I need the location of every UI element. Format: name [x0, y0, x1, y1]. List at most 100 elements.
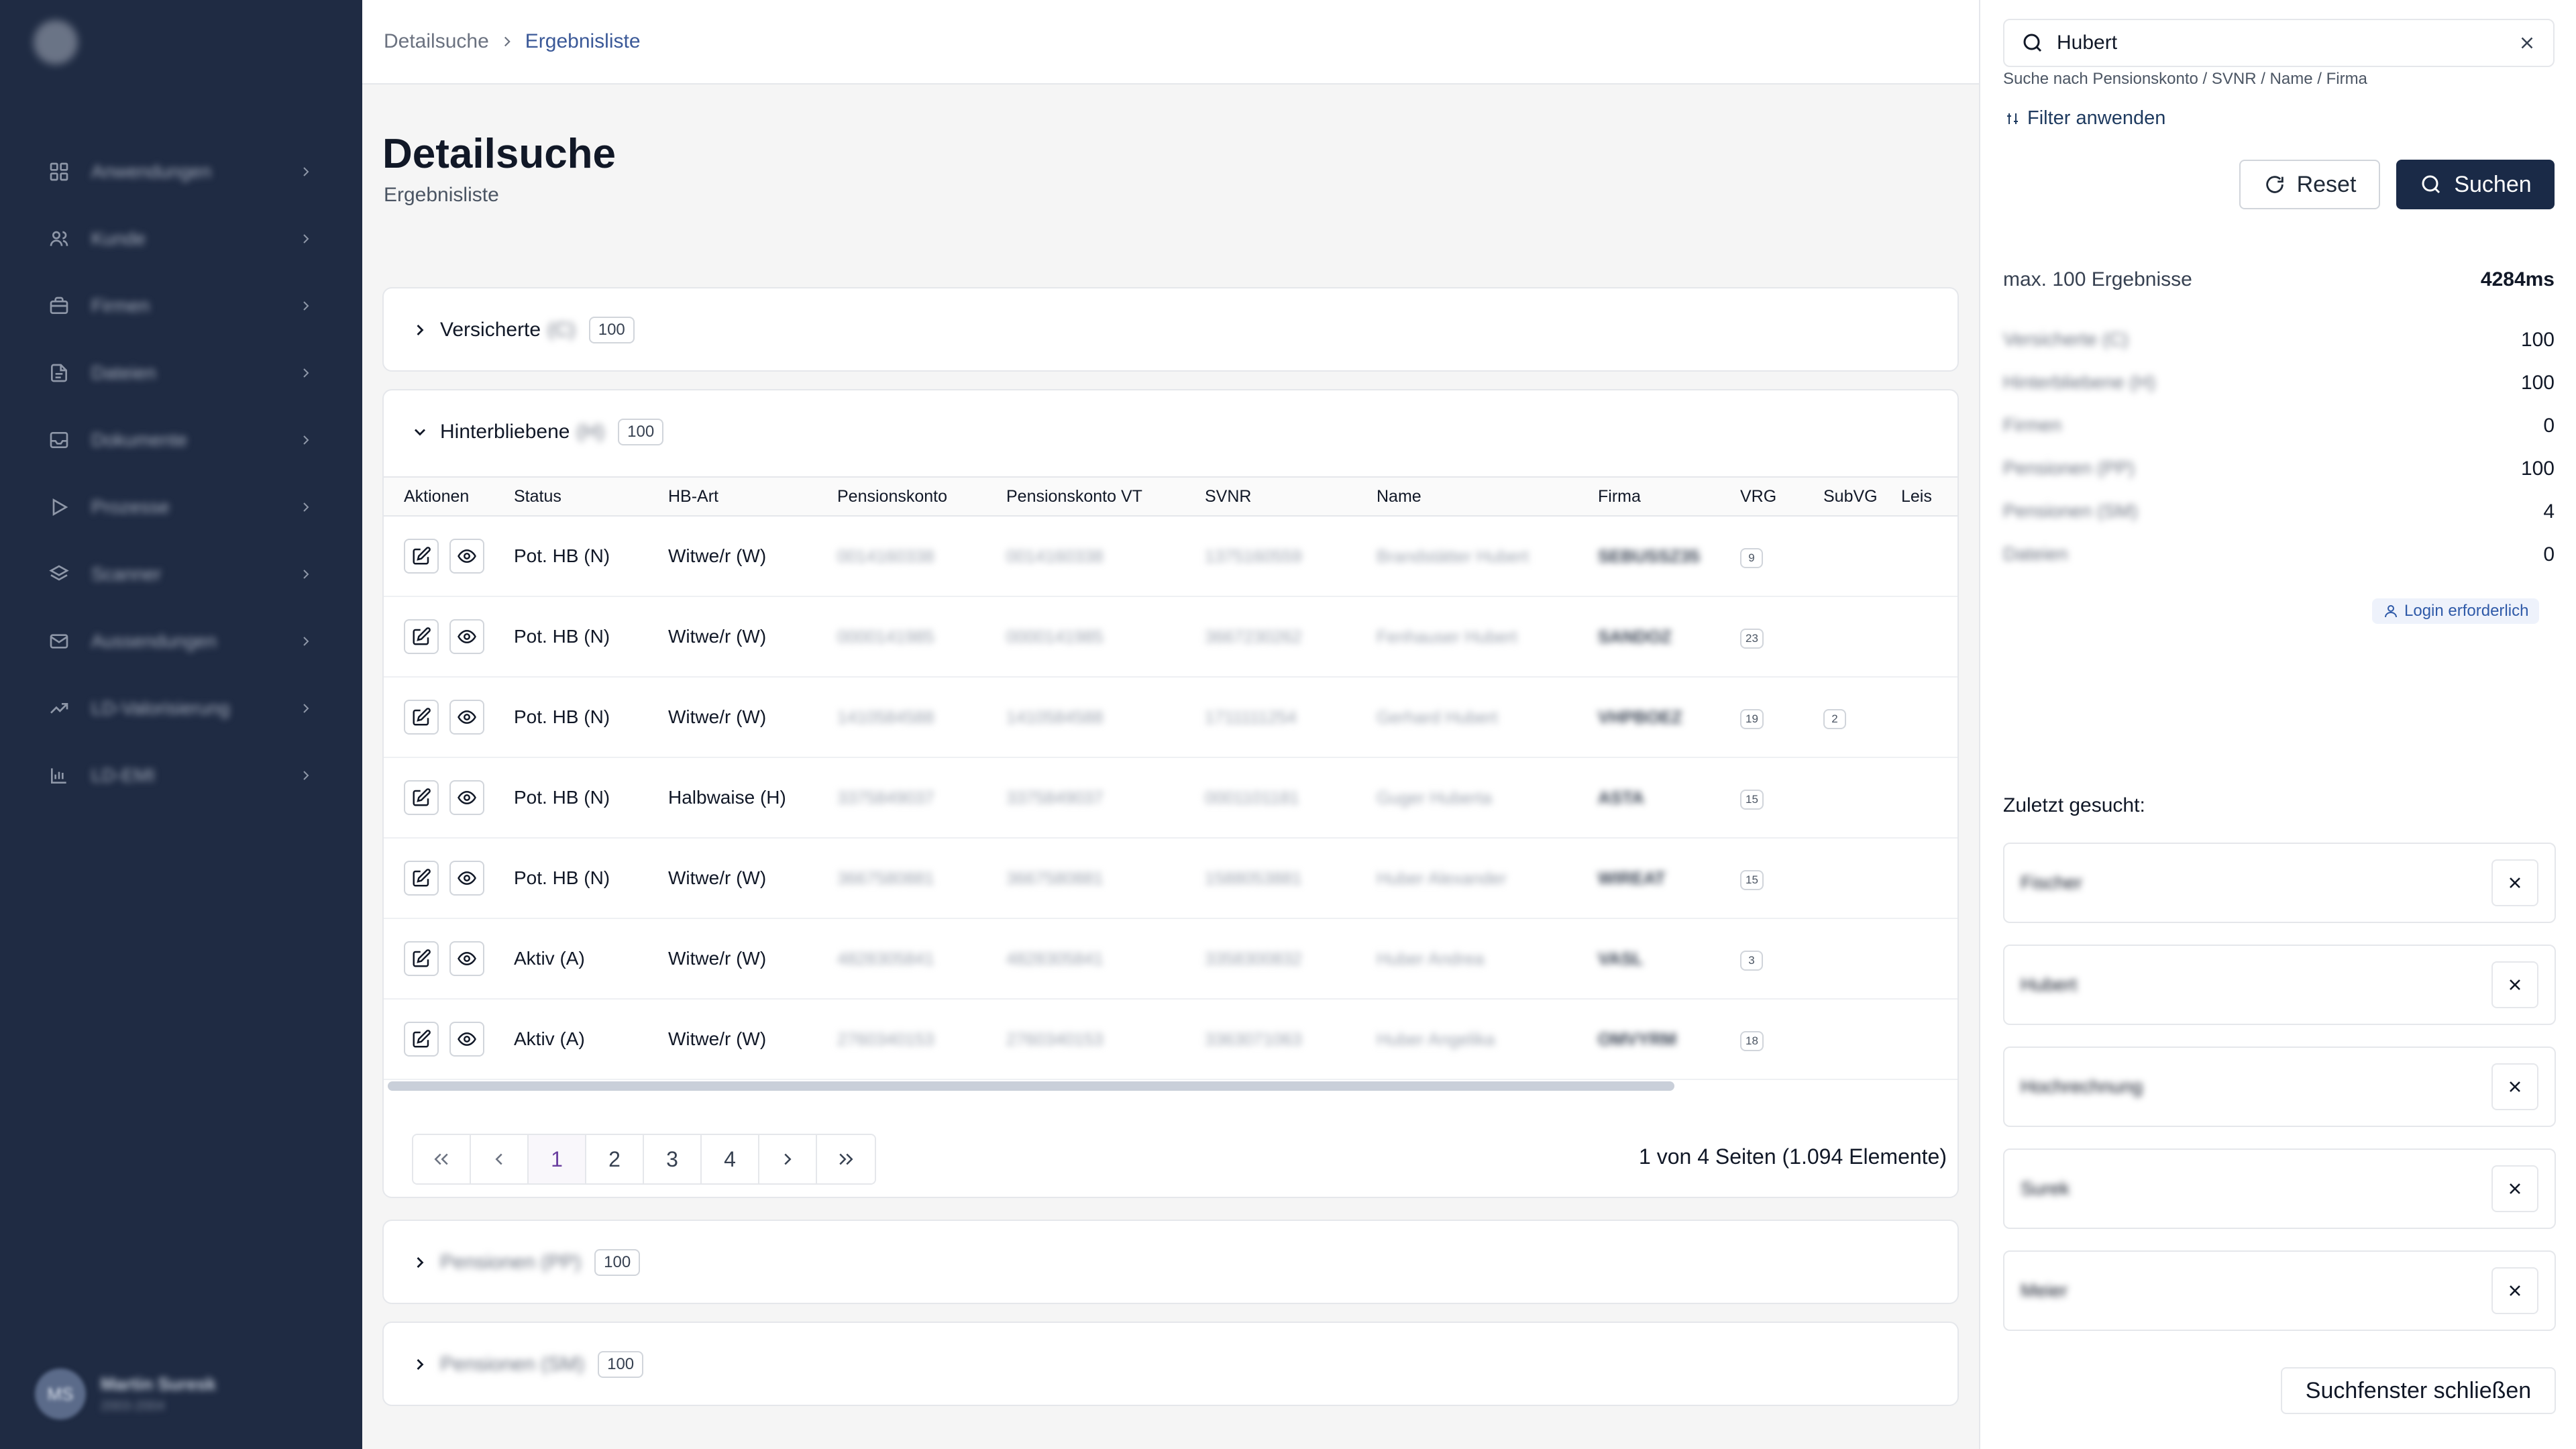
- sidebar-item-label: Prozesse: [91, 496, 170, 517]
- remove-recent-button[interactable]: [2491, 859, 2538, 906]
- app-logo[interactable]: [34, 20, 78, 64]
- row-actions: [384, 539, 514, 574]
- table-row[interactable]: Aktiv (A) Witwe/r (W) 2760340153 2760340153…: [384, 1000, 1957, 1080]
- sidebar-item-anwendungen[interactable]: Anwendungen: [0, 138, 362, 205]
- cell-name: Huber Andrea: [1377, 948, 1485, 969]
- edit-button[interactable]: [404, 539, 439, 574]
- view-button[interactable]: [449, 780, 484, 815]
- section-header[interactable]: Versicherte (C) 100: [384, 288, 1957, 372]
- first-page-button[interactable]: [413, 1135, 471, 1183]
- section-header[interactable]: Hinterbliebene (H) 100: [384, 390, 1957, 474]
- cell-status: Aktiv (A): [514, 1028, 585, 1049]
- recent-title: Zuletzt gesucht:: [2003, 794, 2145, 816]
- view-button[interactable]: [449, 539, 484, 574]
- horizontal-scrollbar[interactable]: [388, 1081, 1674, 1091]
- row-actions: [384, 700, 514, 735]
- recent-search-text: Surek: [2021, 1178, 2070, 1199]
- table-row[interactable]: Pot. HB (N) Witwe/r (W) 0000141985 00001419…: [384, 597, 1957, 678]
- remove-recent-button[interactable]: [2491, 1063, 2538, 1110]
- edit-button[interactable]: [404, 780, 439, 815]
- sidebar-item-prozesse[interactable]: Prozesse: [0, 474, 362, 541]
- page-button-3[interactable]: 3: [644, 1135, 702, 1183]
- table-row[interactable]: Pot. HB (N) Witwe/r (W) 1410584588 14105845…: [384, 678, 1957, 758]
- page-button-1[interactable]: 1: [529, 1135, 586, 1183]
- table-row[interactable]: Pot. HB (N) Halbwaise (H) 3375849037 337584…: [384, 758, 1957, 839]
- column-firma[interactable]: Firma: [1598, 487, 1740, 506]
- column-leis[interactable]: Leis: [1901, 487, 1955, 506]
- login-required-badge[interactable]: Login erforderlich: [2372, 598, 2540, 624]
- column-pensionskonto-vt[interactable]: Pensionskonto VT: [1006, 487, 1205, 506]
- view-button[interactable]: [449, 700, 484, 735]
- row-actions: [384, 1022, 514, 1057]
- column-status[interactable]: Status: [514, 487, 668, 506]
- cell-pensionskonto: 3667580881: [837, 867, 934, 888]
- page-button-2[interactable]: 2: [586, 1135, 644, 1183]
- column-subvg[interactable]: SubVG: [1823, 487, 1901, 506]
- sidebar-item-ld-valorisierung[interactable]: LD-Valorisierung: [0, 675, 362, 742]
- edit-button[interactable]: [404, 700, 439, 735]
- recent-search-item[interactable]: Hubert: [2003, 945, 2556, 1025]
- column-hb-art[interactable]: HB-Art: [668, 487, 837, 506]
- cell-vrg: 15: [1740, 867, 1823, 890]
- page-button-4[interactable]: 4: [702, 1135, 759, 1183]
- chevrons-left-icon: [434, 1153, 448, 1165]
- edit-button[interactable]: [404, 1022, 439, 1057]
- sidebar-item-scanner[interactable]: Scanner: [0, 541, 362, 608]
- remove-recent-button[interactable]: [2491, 1165, 2538, 1212]
- column-pensionskonto[interactable]: Pensionskonto: [837, 487, 1006, 506]
- view-button[interactable]: [449, 861, 484, 896]
- view-button[interactable]: [449, 941, 484, 976]
- cell-hb-art: Witwe/r (W): [668, 706, 767, 727]
- last-page-button[interactable]: [817, 1135, 875, 1183]
- max-results-label: max. 100 Ergebnisse: [2003, 268, 2192, 290]
- remove-recent-button[interactable]: [2491, 961, 2538, 1008]
- edit-button[interactable]: [404, 861, 439, 896]
- recent-search-item[interactable]: Hochrechnung: [2003, 1046, 2556, 1127]
- user-profile[interactable]: MS Martin Suresk 2003-2004: [35, 1368, 216, 1419]
- sidebar-item-ld-emi[interactable]: LD-EMI: [0, 742, 362, 809]
- edit-button[interactable]: [404, 619, 439, 654]
- search-button[interactable]: Suchen: [2396, 160, 2555, 209]
- section-versicherte: Versicherte (C) 100: [382, 287, 1959, 372]
- prev-page-button[interactable]: [471, 1135, 529, 1183]
- search-icon: [2023, 34, 2042, 52]
- search-input[interactable]: Hubert: [2003, 19, 2555, 67]
- table-row[interactable]: Aktiv (A) Witwe/r (W) 4828305841 4828305841…: [384, 919, 1957, 1000]
- column-vrg[interactable]: VRG: [1740, 487, 1823, 506]
- chevron-right-icon: [303, 435, 309, 445]
- column-svnr[interactable]: SVNR: [1205, 487, 1377, 506]
- section-header[interactable]: Pensionen (SM) 100: [384, 1323, 1957, 1406]
- cell-status: Pot. HB (N): [514, 626, 610, 647]
- reset-button[interactable]: Reset: [2239, 160, 2380, 209]
- clear-icon[interactable]: [2517, 33, 2537, 53]
- edit-button[interactable]: [404, 941, 439, 976]
- view-button[interactable]: [449, 1022, 484, 1057]
- view-button[interactable]: [449, 619, 484, 654]
- breadcrumb-parent[interactable]: Detailsuche: [384, 30, 489, 53]
- sidebar-item-label: Dokumente: [91, 429, 188, 450]
- column-name[interactable]: Name: [1377, 487, 1598, 506]
- sidebar-item-aussendungen[interactable]: Aussendungen: [0, 608, 362, 675]
- breadcrumb-current[interactable]: Ergebnisliste: [525, 30, 641, 53]
- cell-svnr: 3667230262: [1205, 626, 1302, 647]
- recent-search-text: Meier: [2021, 1280, 2068, 1301]
- sidebar-item-kunde[interactable]: Kunde: [0, 205, 362, 272]
- remove-recent-button[interactable]: [2491, 1267, 2538, 1314]
- section-pensionen-pp: Pensionen (PP) 100: [382, 1220, 1959, 1304]
- recent-search-item[interactable]: Fischer: [2003, 843, 2556, 923]
- table-row[interactable]: Pot. HB (N) Witwe/r (W) 3667580881 36675808…: [384, 839, 1957, 919]
- search-value[interactable]: Hubert: [2057, 32, 2517, 54]
- sidebar-item-dokumente[interactable]: Dokumente: [0, 407, 362, 474]
- recent-search-item[interactable]: Surek: [2003, 1148, 2556, 1229]
- next-page-button[interactable]: [759, 1135, 817, 1183]
- sidebar-item-dateien[interactable]: Dateien: [0, 339, 362, 407]
- sidebar-item-firmen[interactable]: Firmen: [0, 272, 362, 339]
- recent-search-item[interactable]: Meier: [2003, 1250, 2556, 1331]
- filter-apply-link[interactable]: Filter anwenden: [2004, 107, 2165, 129]
- table-row[interactable]: Pot. HB (N) Witwe/r (W) 0014160338 00141603…: [384, 517, 1957, 597]
- section-header[interactable]: Pensionen (PP) 100: [384, 1221, 1957, 1304]
- search-time: 4284ms: [2480, 268, 2555, 290]
- results-table: Aktionen Status HB-Art Pensionskonto Pen…: [384, 476, 1957, 1118]
- close-search-panel-button[interactable]: Suchfenster schließen: [2281, 1367, 2556, 1414]
- file-icon: [51, 364, 67, 382]
